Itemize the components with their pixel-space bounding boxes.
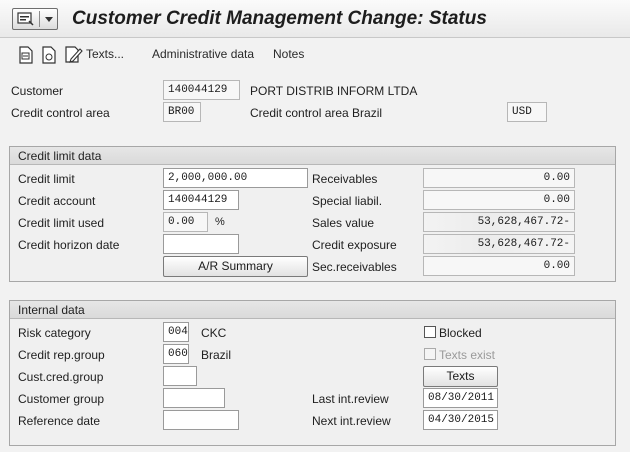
credit-horizon-date-input[interactable] <box>163 234 239 254</box>
credit-limit-input[interactable]: 2,000,000.00 <box>163 168 308 188</box>
credit-limit-used-label: Credit limit used <box>18 216 105 230</box>
special-liabilities-label: Special liabil. <box>312 194 383 208</box>
secured-receivables-label: Sec.receivables <box>312 260 397 274</box>
texts-button[interactable]: Texts... <box>86 47 124 61</box>
texts-exist-checkbox[interactable] <box>424 348 436 360</box>
other-object-icon[interactable] <box>41 46 57 64</box>
sales-value-field[interactable]: 53,628,467.72- <box>423 212 575 232</box>
secured-receivables-field[interactable]: 0.00 <box>423 256 575 276</box>
credit-limit-label: Credit limit <box>18 172 75 186</box>
risk-category-description: CKC <box>201 326 227 340</box>
texts-button[interactable]: Texts <box>423 366 498 387</box>
ar-summary-button[interactable]: A/R Summary <box>163 256 308 277</box>
cust-cred-group-input[interactable] <box>163 366 197 386</box>
credit-exposure-field[interactable]: 53,628,467.72- <box>423 234 575 254</box>
sales-value-label: Sales value <box>312 216 375 230</box>
blocked-checkbox[interactable] <box>424 326 436 338</box>
texts-pencil-icon[interactable] <box>64 44 84 64</box>
cust-cred-group-label: Cust.cred.group <box>18 370 104 384</box>
next-int-review-label: Next int.review <box>312 414 391 428</box>
last-int-review-input[interactable]: 08/30/2011 <box>423 388 498 408</box>
customer-group-label: Customer group <box>18 392 105 406</box>
group-title: Credit limit data <box>10 147 615 165</box>
next-int-review-input[interactable]: 04/30/2015 <box>423 410 498 430</box>
credit-account-label: Credit account <box>18 194 96 208</box>
display-change-icon[interactable] <box>18 46 34 64</box>
customer-field[interactable]: 140044129 <box>163 80 240 100</box>
customer-name: PORT DISTRIB INFORM LTDA <box>250 84 418 98</box>
credit-control-area-label: Credit control area <box>11 106 110 120</box>
credit-rep-group-label: Credit rep.group <box>18 348 105 362</box>
customer-label: Customer <box>11 84 64 98</box>
customer-group-input[interactable] <box>163 388 225 408</box>
reference-date-label: Reference date <box>18 414 101 428</box>
title-bar: Customer Credit Management Change: Statu… <box>0 0 630 38</box>
last-int-review-label: Last int.review <box>312 392 389 406</box>
reference-date-input[interactable] <box>163 410 239 430</box>
percent-unit: % <box>215 216 225 228</box>
chevron-down-icon <box>45 17 53 22</box>
application-toolbar: Texts... Administrative data Notes <box>0 38 630 72</box>
special-liabilities-field[interactable]: 0.00 <box>423 190 575 210</box>
window-menu-icon <box>17 12 34 26</box>
credit-rep-group-input[interactable]: 060 <box>163 344 189 364</box>
credit-rep-group-description: Brazil <box>201 348 232 362</box>
group-title: Internal data <box>10 301 615 319</box>
credit-exposure-label: Credit exposure <box>312 238 397 252</box>
texts-exist-label: Texts exist <box>439 348 496 362</box>
credit-control-area-field[interactable]: BR00 <box>163 102 201 122</box>
risk-category-label: Risk category <box>18 326 91 340</box>
receivables-field[interactable]: 0.00 <box>423 168 575 188</box>
currency-field[interactable]: USD <box>507 102 547 122</box>
credit-control-area-description: Credit control area Brazil <box>250 106 383 120</box>
system-menu-button[interactable] <box>12 8 58 30</box>
risk-category-input[interactable]: 004 <box>163 322 189 342</box>
notes-button[interactable]: Notes <box>273 47 304 61</box>
receivables-label: Receivables <box>312 172 378 186</box>
credit-horizon-date-label: Credit horizon date <box>18 238 120 252</box>
page-title: Customer Credit Management Change: Statu… <box>72 8 487 29</box>
credit-limit-used-field[interactable]: 0.00 <box>163 212 208 232</box>
credit-account-input[interactable]: 140044129 <box>163 190 239 210</box>
blocked-label: Blocked <box>439 326 482 340</box>
administrative-data-button[interactable]: Administrative data <box>152 47 254 61</box>
